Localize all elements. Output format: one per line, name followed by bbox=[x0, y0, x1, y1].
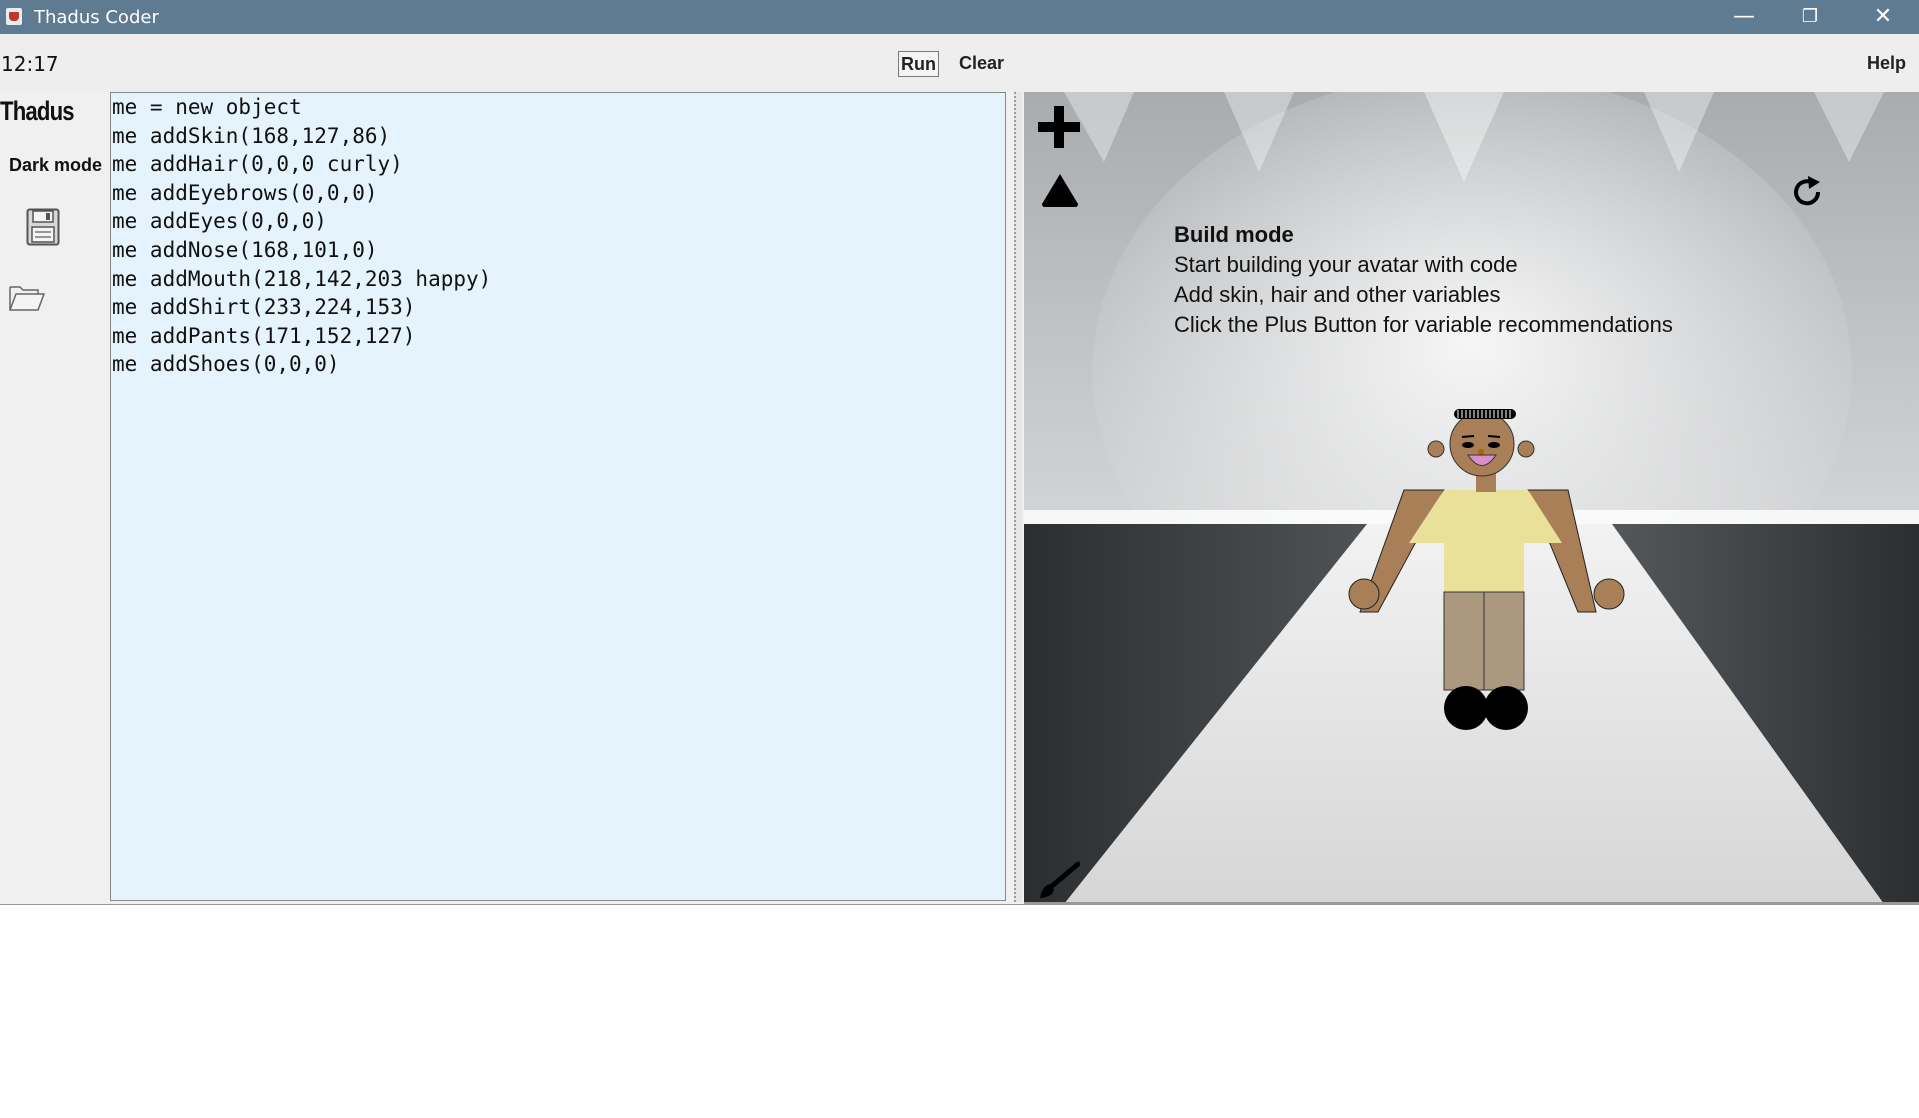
build-mode-hint: Start building your avatar with code bbox=[1174, 252, 1518, 277]
right-hand bbox=[1593, 578, 1625, 610]
right-shoe bbox=[1484, 686, 1528, 730]
title-bar: Thadus Coder — ❐ ✕ bbox=[0, 0, 1919, 34]
left-shoe bbox=[1444, 686, 1488, 730]
right-ear bbox=[1517, 440, 1535, 458]
left-eyebrow bbox=[1461, 435, 1475, 438]
java-app-icon bbox=[6, 8, 22, 25]
left-hand bbox=[1348, 578, 1380, 610]
output-console[interactable] bbox=[0, 904, 1919, 1118]
code-line[interactable]: me addSkin(168,127,86) bbox=[111, 122, 1005, 151]
right-eyebrow bbox=[1487, 435, 1501, 438]
pane-splitter[interactable] bbox=[1014, 92, 1022, 902]
code-line[interactable]: me addMouth(218,142,203 happy) bbox=[111, 265, 1005, 294]
code-line[interactable]: me = new object bbox=[111, 93, 1005, 122]
code-line[interactable]: me addEyes(0,0,0) bbox=[111, 207, 1005, 236]
left-eye bbox=[1462, 442, 1474, 448]
code-line[interactable]: me addHair(0,0,0 curly) bbox=[111, 150, 1005, 179]
open-folder-icon[interactable] bbox=[8, 283, 46, 317]
close-button[interactable]: ✕ bbox=[1853, 0, 1913, 34]
code-line[interactable]: me addPants(171,152,127) bbox=[111, 322, 1005, 351]
code-line[interactable]: me addNose(168,101,0) bbox=[111, 236, 1005, 265]
build-mode-title: Build mode bbox=[1174, 222, 1294, 247]
save-icon[interactable] bbox=[26, 208, 60, 250]
run-button[interactable]: Run bbox=[898, 51, 939, 77]
hair bbox=[1454, 409, 1516, 419]
dark-mode-toggle[interactable]: Dark mode bbox=[9, 155, 102, 176]
help-button[interactable]: Help bbox=[1865, 51, 1908, 75]
code-line[interactable]: me addEyebrows(0,0,0) bbox=[111, 179, 1005, 208]
clear-button[interactable]: Clear bbox=[957, 51, 1006, 75]
code-line[interactable]: me addShoes(0,0,0) bbox=[111, 350, 1005, 379]
code-editor[interactable]: me = new object me addSkin(168,127,86) m… bbox=[110, 92, 1006, 901]
build-mode-hint: Add skin, hair and other variables bbox=[1174, 282, 1501, 307]
clock: 12:17 bbox=[1, 52, 59, 76]
right-eye bbox=[1488, 442, 1500, 448]
nose bbox=[1478, 449, 1484, 455]
code-line[interactable]: me addShirt(233,224,153) bbox=[111, 293, 1005, 322]
left-ear bbox=[1427, 440, 1445, 458]
head bbox=[1449, 411, 1515, 477]
minimize-button[interactable]: — bbox=[1714, 0, 1774, 34]
avatar bbox=[1348, 409, 1625, 730]
maximize-button[interactable]: ❐ bbox=[1780, 0, 1840, 34]
build-mode-hint: Click the Plus Button for variable recom… bbox=[1174, 312, 1673, 337]
avatar-stage bbox=[1024, 92, 1919, 904]
brand-logo: Thadus bbox=[0, 96, 75, 126]
window-title: Thadus Coder bbox=[34, 7, 159, 28]
